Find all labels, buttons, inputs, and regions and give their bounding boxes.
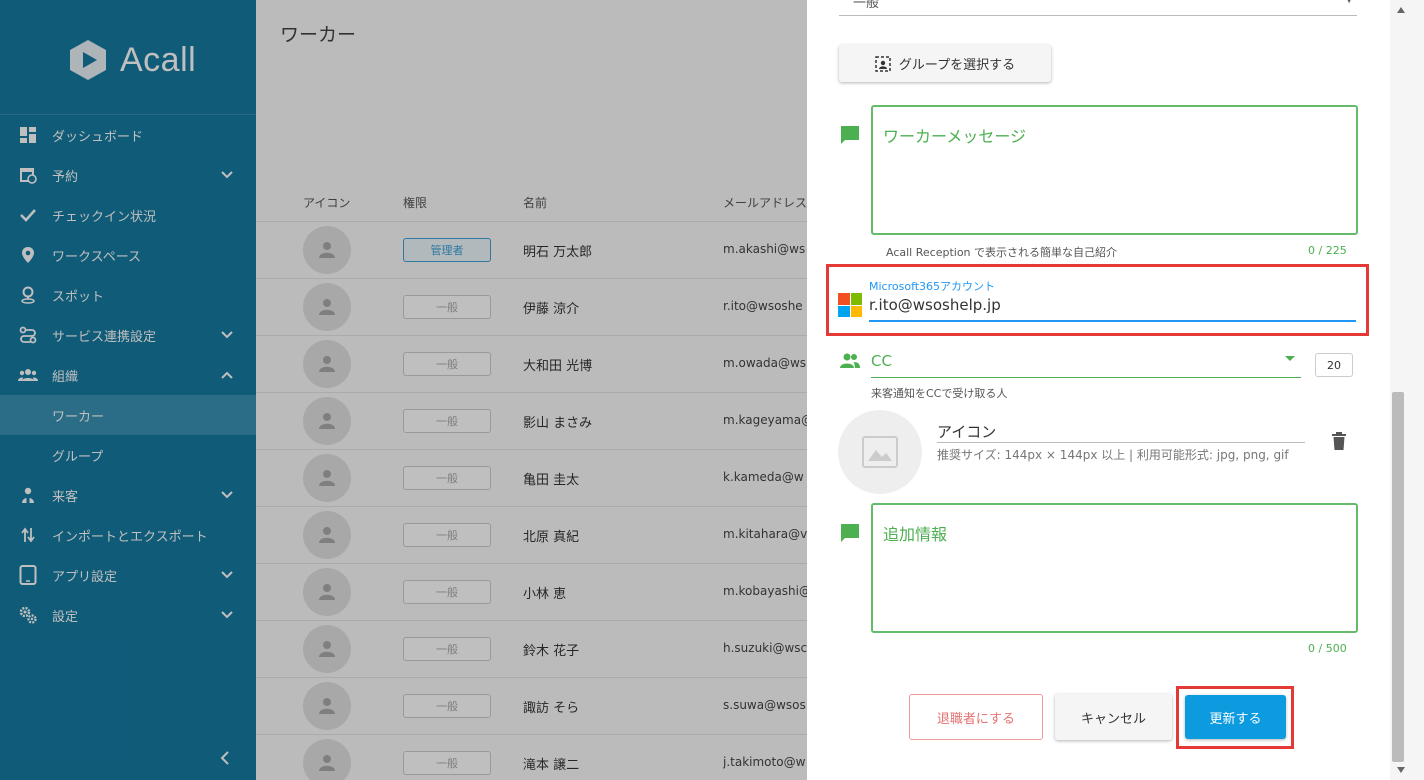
ms365-account-input[interactable]: r.ito@wsoshelp.jp xyxy=(869,296,1001,314)
avatar-upload[interactable] xyxy=(838,410,922,494)
worker-message-hint: Acall Reception で表示される簡単な自己紹介 xyxy=(886,246,1118,259)
worker-message-counter: 0 / 225 xyxy=(1308,244,1347,257)
caret-down-icon: ▼ xyxy=(1345,0,1353,5)
cc-underline xyxy=(871,377,1301,378)
cancel-button[interactable]: キャンセル xyxy=(1055,694,1172,740)
update-button[interactable]: 更新する xyxy=(1185,695,1286,739)
additional-info-counter: 0 / 500 xyxy=(1308,642,1347,655)
ms365-account-label: Microsoft365アカウント xyxy=(869,280,996,293)
additional-info-placeholder: 追加情報 xyxy=(883,525,948,544)
microsoft-logo-icon xyxy=(838,293,862,317)
trash-icon[interactable] xyxy=(1331,431,1347,451)
icon-field-hint: 推奨サイズ: 144px × 144px 以上 | 利用可能形式: jpg, p… xyxy=(937,448,1289,462)
ms365-underline xyxy=(869,320,1356,322)
role-select[interactable]: 一般 ▼ xyxy=(839,0,1357,16)
scrollbar-thumb[interactable] xyxy=(1392,392,1404,762)
scroll-down-icon[interactable] xyxy=(1396,766,1406,774)
icon-field-underline xyxy=(937,442,1305,443)
cc-dropdown-arrow-icon[interactable] xyxy=(1285,356,1295,361)
select-group-button[interactable]: グループを選択する xyxy=(839,45,1051,82)
modal-overlay[interactable] xyxy=(0,0,807,780)
cc-select[interactable]: CC xyxy=(871,352,892,370)
additional-info-textarea[interactable]: 追加情報 xyxy=(871,503,1358,633)
cc-hint: 来客通知をCCで受け取る人 xyxy=(871,387,1008,400)
group-select-icon xyxy=(875,55,891,72)
worker-message-textarea[interactable]: ワーカーメッセージ xyxy=(871,105,1358,235)
message-icon xyxy=(841,126,859,144)
worker-message-placeholder: ワーカーメッセージ xyxy=(883,127,1027,146)
image-placeholder-icon xyxy=(862,436,898,468)
icon-field-title: アイコン xyxy=(937,423,997,441)
message-icon xyxy=(841,524,859,542)
retire-button[interactable]: 退職者にする xyxy=(909,694,1043,740)
select-group-label: グループを選択する xyxy=(898,58,1016,73)
cc-count-input[interactable]: 20 xyxy=(1315,353,1353,377)
role-select-value: 一般 xyxy=(853,0,880,11)
group-people-icon xyxy=(840,353,860,368)
scroll-up-icon[interactable] xyxy=(1396,6,1406,14)
worker-edit-panel: 一般 ▼ グループを選択する ワーカーメッセージ Acall Reception… xyxy=(807,0,1424,780)
